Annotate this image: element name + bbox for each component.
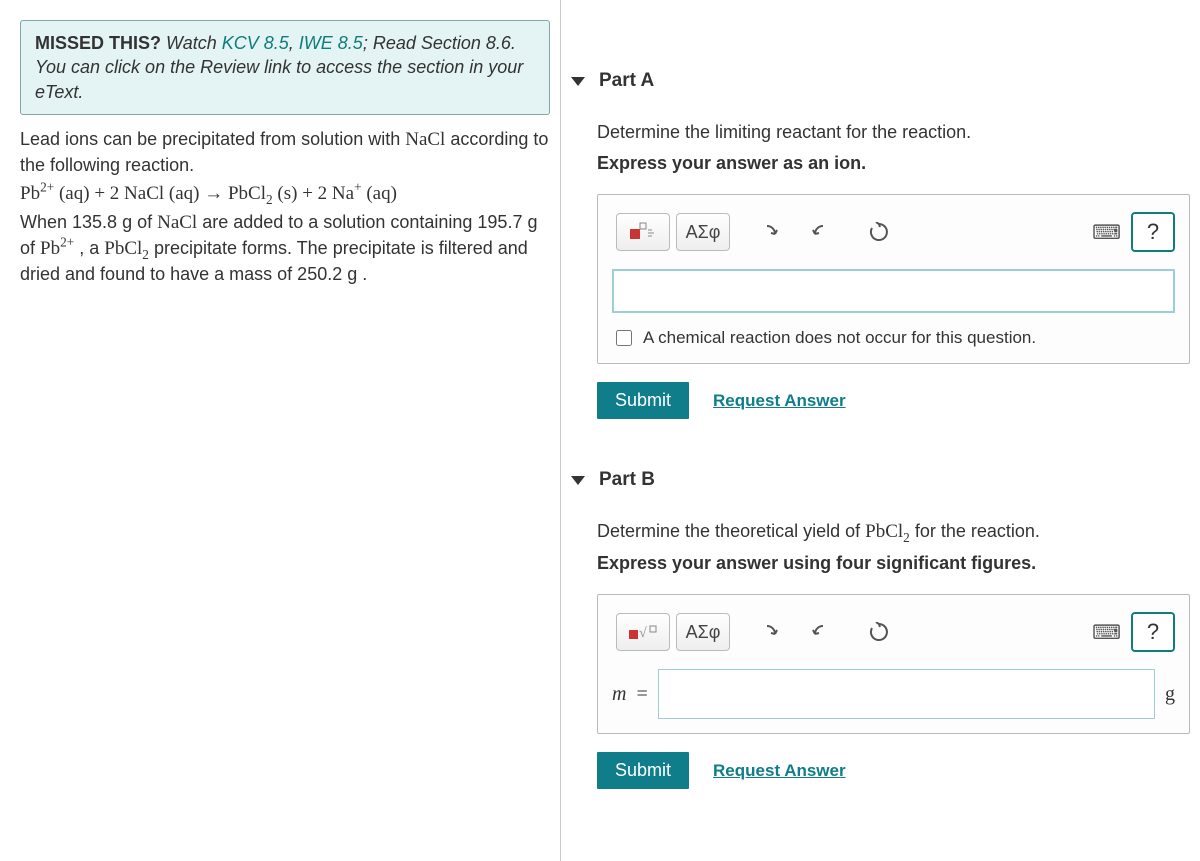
part-b-answer-box: √ ΑΣφ bbox=[597, 594, 1190, 734]
help-button[interactable]: ? bbox=[1131, 212, 1175, 252]
part-b-header[interactable]: Part B bbox=[571, 469, 1190, 491]
part-a-answer-input[interactable] bbox=[612, 269, 1175, 313]
part-a-header[interactable]: Part A bbox=[571, 70, 1190, 92]
part-b-instruction: Express your answer using four significa… bbox=[597, 553, 1190, 574]
part-b-request-answer[interactable]: Request Answer bbox=[713, 761, 846, 781]
chevron-down-icon bbox=[571, 77, 585, 86]
unit-label: g bbox=[1165, 683, 1175, 706]
part-a-request-answer[interactable]: Request Answer bbox=[713, 391, 846, 411]
greek-symbols-button[interactable]: ΑΣφ bbox=[676, 613, 730, 651]
undo-button[interactable] bbox=[744, 614, 790, 650]
part-a-answer-box: ΑΣφ ⌨ ? bbox=[597, 194, 1190, 364]
problem-statement: Lead ions can be precipitated from solut… bbox=[20, 127, 550, 286]
part-a-prompt: Determine the limiting reactant for the … bbox=[597, 122, 1190, 143]
chem-templates-button[interactable] bbox=[616, 213, 670, 251]
part-b-answer-input[interactable] bbox=[658, 669, 1155, 719]
math-templates-button[interactable]: √ bbox=[616, 613, 670, 651]
chevron-down-icon bbox=[571, 476, 585, 485]
no-reaction-label: A chemical reaction does not occur for t… bbox=[643, 328, 1036, 348]
reaction-equation: Pb2+ (aq) + 2 NaCl (aq) → PbCl2 (s) + 2 … bbox=[20, 181, 550, 207]
redo-button[interactable] bbox=[800, 214, 846, 250]
help-button[interactable]: ? bbox=[1131, 612, 1175, 652]
part-a-instruction: Express your answer as an ion. bbox=[597, 153, 1190, 174]
iwe-link[interactable]: IWE 8.5 bbox=[299, 33, 363, 53]
hint-prefix: MISSED THIS? bbox=[35, 33, 161, 53]
kcv-link[interactable]: KCV 8.5 bbox=[222, 33, 289, 53]
keyboard-icon[interactable]: ⌨ bbox=[1092, 220, 1121, 245]
no-reaction-checkbox[interactable] bbox=[616, 330, 632, 346]
part-a-submit-button[interactable]: Submit bbox=[597, 382, 689, 419]
variable-label: m bbox=[612, 683, 626, 706]
keyboard-icon[interactable]: ⌨ bbox=[1092, 620, 1121, 645]
svg-text:√: √ bbox=[639, 626, 647, 641]
reset-button[interactable] bbox=[856, 214, 902, 250]
hint-box: MISSED THIS? Watch KCV 8.5, IWE 8.5; Rea… bbox=[20, 20, 550, 115]
reset-button[interactable] bbox=[856, 614, 902, 650]
part-b-prompt: Determine the theoretical yield of PbCl2… bbox=[597, 521, 1190, 543]
part-b-submit-button[interactable]: Submit bbox=[597, 752, 689, 789]
undo-button[interactable] bbox=[744, 214, 790, 250]
redo-button[interactable] bbox=[800, 614, 846, 650]
greek-symbols-button[interactable]: ΑΣφ bbox=[676, 213, 730, 251]
